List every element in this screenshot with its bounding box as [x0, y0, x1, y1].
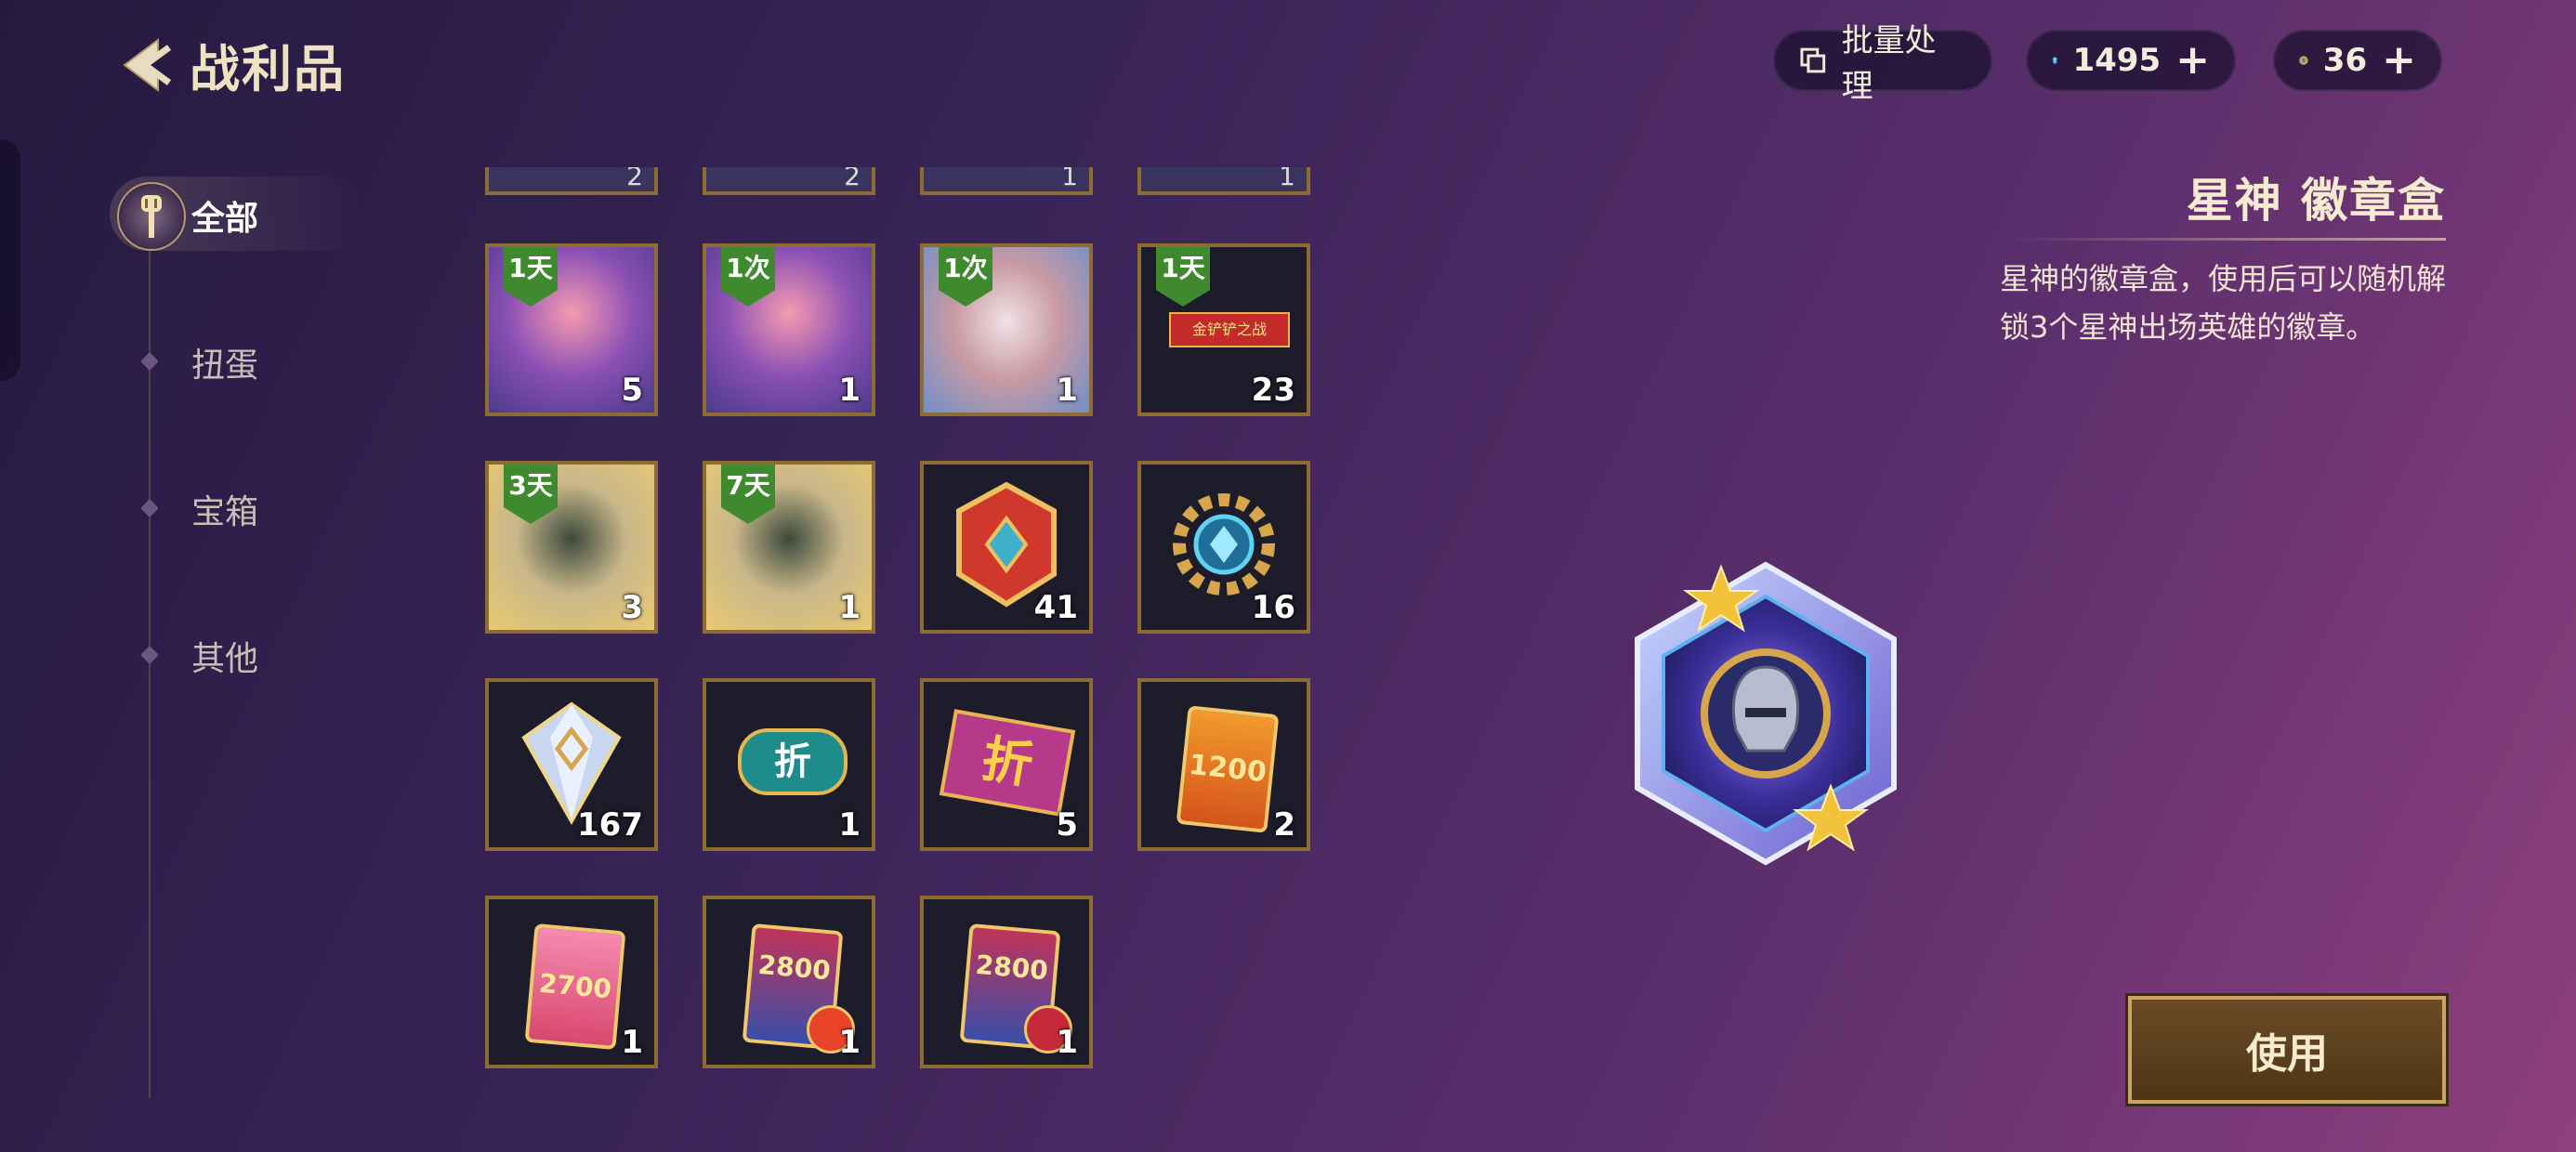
item-count: 5: [621, 372, 643, 409]
batch-label: 批量处理: [1841, 22, 1937, 105]
inventory-tile-partial[interactable]: 2: [703, 167, 875, 195]
inventory-tile[interactable]: 2700 1: [485, 896, 658, 1068]
inventory-tile[interactable]: 2800 1: [703, 896, 875, 1068]
sidebar-item-gacha[interactable]: 扭蛋: [191, 338, 258, 386]
sidebar-dot: [140, 352, 159, 371]
item-count: 3: [621, 589, 643, 626]
inventory-tile[interactable]: 折 5: [920, 678, 1093, 851]
inventory-tile[interactable]: 1天 5: [485, 243, 658, 416]
inventory-tile-partial[interactable]: 2: [485, 167, 658, 195]
sidebar-track: [149, 243, 151, 1098]
item-count: 2: [1273, 806, 1295, 844]
item-detail-title: 星神 徽章盒: [2186, 174, 2446, 228]
back-arrow-icon: [123, 37, 172, 92]
item-count: 1: [838, 372, 861, 409]
inventory-tile-partial[interactable]: 1: [1137, 167, 1310, 195]
batch-icon: [1800, 47, 1826, 73]
inventory-tile-partial[interactable]: 1: [920, 167, 1093, 195]
title-divider: [2007, 238, 2446, 241]
coin-count: 36: [2322, 42, 2368, 79]
back-button[interactable]: 战利品: [112, 28, 346, 101]
item-count: 167: [577, 806, 643, 844]
gem-icon: [2052, 57, 2057, 64]
sidebar-item-other[interactable]: 其他: [191, 632, 258, 680]
gem-count: 1495: [2072, 42, 2162, 79]
item-count: 1: [1056, 1024, 1078, 1061]
inventory-tile[interactable]: 金铲铲之战 1天 23: [1137, 243, 1310, 416]
gem-currency[interactable]: 1495 +: [2026, 30, 2236, 91]
inventory-tile[interactable]: 7天 1: [703, 461, 875, 634]
inventory-tile[interactable]: 1200 2: [1137, 678, 1310, 851]
inventory-tile[interactable]: 1次 1: [703, 243, 875, 416]
item-count: 16: [1251, 589, 1295, 626]
inventory-tile[interactable]: 16: [1137, 461, 1310, 634]
add-coins-icon[interactable]: +: [2382, 40, 2416, 81]
item-count: 1: [838, 1024, 861, 1061]
item-detail-description: 星神的徽章盒，使用后可以随机解锁3个星神出场英雄的徽章。: [2000, 261, 2447, 345]
item-count: 41: [1033, 589, 1078, 626]
item-count: 1: [838, 806, 861, 844]
item-count: 1: [1056, 372, 1078, 409]
use-button[interactable]: 使用: [2125, 993, 2449, 1106]
coin-currency[interactable]: 36 +: [2273, 30, 2442, 91]
item-count: 23: [1251, 372, 1295, 409]
inventory-tile[interactable]: 3天 3: [485, 461, 658, 634]
batch-process-button[interactable]: 批量处理: [1773, 22, 1992, 105]
inventory-tile[interactable]: 41: [920, 461, 1093, 634]
left-edge-handle: [0, 139, 20, 381]
sidebar-item-chest[interactable]: 宝箱: [191, 485, 258, 533]
inventory-grid[interactable]: 2 2 1 1 1天 5 1次 1 1次 1 金铲铲之战 1天 23 3天 3 …: [476, 167, 1349, 1096]
page-title: 战利品: [190, 40, 346, 98]
sidebar-dot: [140, 499, 159, 517]
item-count: 1: [621, 1024, 643, 1061]
sidebar-item-all[interactable]: 全部: [191, 191, 258, 240]
item-count: 5: [1056, 806, 1078, 844]
add-gems-icon[interactable]: +: [2175, 40, 2210, 81]
inventory-tile[interactable]: 折 1: [703, 678, 875, 851]
coin-icon: [2299, 56, 2308, 65]
inventory-tile[interactable]: 1次 1: [920, 243, 1093, 416]
star-guardian-emblem-box-icon: [1635, 561, 1897, 866]
inventory-tile[interactable]: 2800 1: [920, 896, 1093, 1068]
sidebar-dot: [140, 646, 159, 664]
spatula-icon: [117, 182, 186, 251]
inventory-tile[interactable]: 167: [485, 678, 658, 851]
item-count: 1: [838, 589, 861, 626]
